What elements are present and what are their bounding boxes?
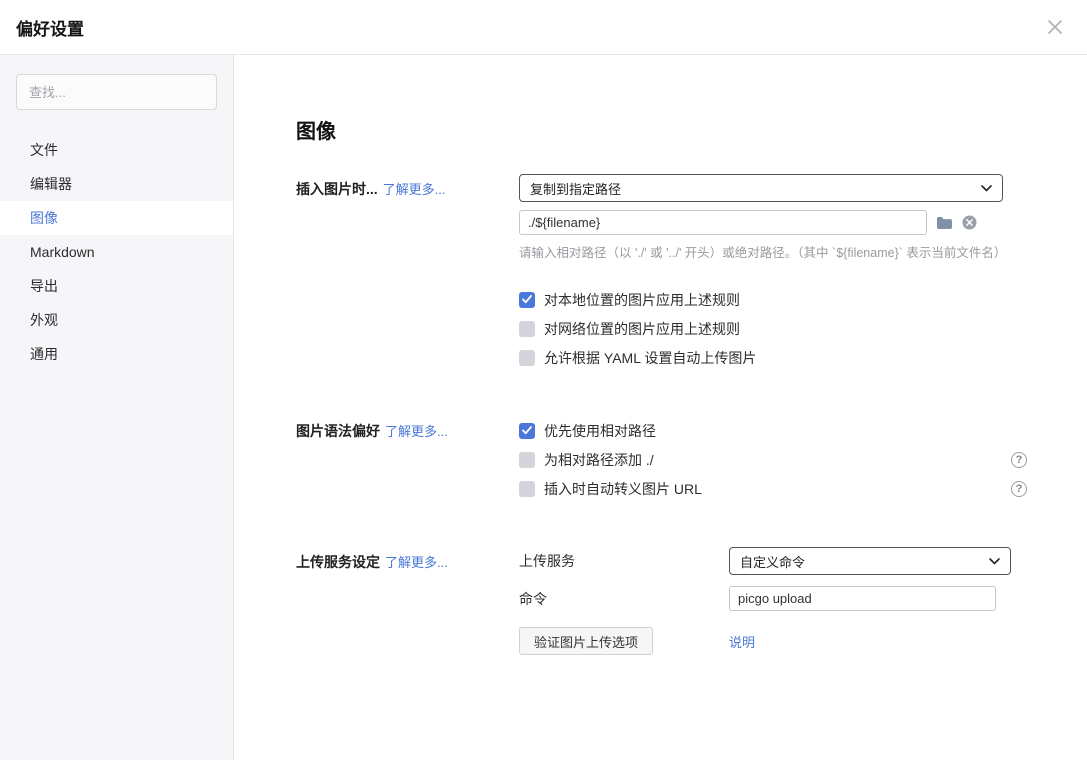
chevron-down-icon: [989, 558, 1000, 565]
upload-help-link[interactable]: 说明: [729, 632, 755, 651]
validate-row: 验证图片上传选项 说明: [519, 627, 1027, 655]
sidebar-item-file[interactable]: 文件: [0, 133, 233, 167]
help-question-icon[interactable]: ?: [1011, 481, 1027, 497]
section-label-col: 上传服务设定了解更多...: [296, 547, 519, 655]
path-input-row: [519, 210, 1027, 235]
sidebar-item-editor[interactable]: 编辑器: [0, 167, 233, 201]
close-icon[interactable]: [1047, 19, 1063, 35]
syntax-pref-label: 图片语法偏好: [296, 423, 380, 439]
syntax-pref-controls: 优先使用相对路径 为相对路径添加 ./ ? 插入时自动转义图片 URL: [519, 416, 1027, 503]
insert-image-label: 插入图片时...: [296, 181, 378, 197]
checkbox-label: 优先使用相对路径: [544, 421, 656, 441]
sidebar-item-general[interactable]: 通用: [0, 337, 233, 371]
upload-service-learn-more-link[interactable]: 了解更多...: [385, 555, 448, 570]
checkbox-row-apply-network[interactable]: 对网络位置的图片应用上述规则: [519, 314, 1027, 343]
sidebar-item-appearance[interactable]: 外观: [0, 303, 233, 337]
upload-service-label: 上传服务设定: [296, 554, 380, 570]
dialog-title: 偏好设置: [16, 15, 84, 40]
path-hint-text: 请输入相对路径（以 './' 或 '../' 开头）或绝对路径。（其中 `${f…: [519, 242, 1027, 261]
dialog-body: 文件 编辑器 图像 Markdown 导出 外观 通用 图像 插入图片时... 了…: [0, 55, 1087, 760]
section-upload-service: 上传服务设定了解更多... 上传服务 自定义命令 命令: [296, 547, 1087, 655]
upload-service-field-label: 上传服务: [519, 551, 729, 571]
sidebar-item-export[interactable]: 导出: [0, 269, 233, 303]
sidebar-item-image[interactable]: 图像: [0, 201, 233, 235]
sidebar-menu: 文件 编辑器 图像 Markdown 导出 外观 通用: [0, 133, 233, 371]
insert-image-checkboxes: 对本地位置的图片应用上述规则 对网络位置的图片应用上述规则: [519, 285, 1027, 372]
checkbox-apply-local[interactable]: [519, 292, 535, 308]
clear-circle-icon[interactable]: [962, 215, 977, 230]
checkbox-row-yaml-upload[interactable]: 允许根据 YAML 设置自动上传图片: [519, 343, 1027, 372]
checkbox-row-escape-url[interactable]: 插入时自动转义图片 URL ?: [519, 474, 1027, 503]
insert-action-select[interactable]: 复制到指定路径: [519, 174, 1003, 202]
checkbox-label: 插入时自动转义图片 URL: [544, 479, 702, 499]
checkbox-label: 对本地位置的图片应用上述规则: [544, 290, 740, 310]
validate-button-wrap: 验证图片上传选项: [519, 627, 729, 655]
section-label-col: 图片语法偏好了解更多...: [296, 416, 519, 503]
page-title: 图像: [296, 115, 1087, 144]
command-field-label: 命令: [519, 589, 729, 609]
section-insert-image: 插入图片时... 了解更多... 复制到指定路径: [296, 174, 1087, 372]
chevron-down-icon: [981, 185, 992, 192]
search-input[interactable]: [16, 74, 217, 110]
checkbox-escape-url[interactable]: [519, 481, 535, 497]
copy-path-input[interactable]: [519, 210, 927, 235]
checkbox-add-dot-slash[interactable]: [519, 452, 535, 468]
search-box: [16, 74, 217, 110]
checkbox-label: 允许根据 YAML 设置自动上传图片: [544, 348, 756, 368]
insert-image-learn-more-link[interactable]: 了解更多...: [383, 182, 446, 197]
dialog-header: 偏好设置: [0, 0, 1087, 55]
checkbox-row-apply-local[interactable]: 对本地位置的图片应用上述规则: [519, 285, 1027, 314]
checkbox-label: 为相对路径添加 ./: [544, 450, 654, 470]
preferences-dialog: 偏好设置 文件 编辑器 图像 Markdown 导出 外观 通用 图像: [0, 0, 1087, 760]
checkbox-yaml-upload[interactable]: [519, 350, 535, 366]
command-input[interactable]: [729, 586, 996, 611]
upload-service-select[interactable]: 自定义命令: [729, 547, 1011, 575]
settings-content: 图像 插入图片时... 了解更多... 复制到指定路径: [234, 55, 1087, 760]
help-question-icon[interactable]: ?: [1011, 452, 1027, 468]
checkbox-row-prefer-relative[interactable]: 优先使用相对路径: [519, 416, 1027, 445]
section-syntax-pref: 图片语法偏好了解更多... 优先使用相对路径 为相对路径添加 ./: [296, 416, 1087, 503]
folder-icon[interactable]: [936, 216, 953, 230]
upload-service-row: 上传服务 自定义命令: [519, 547, 1027, 575]
command-row: 命令: [519, 586, 1027, 611]
validate-upload-button[interactable]: 验证图片上传选项: [519, 627, 653, 655]
syntax-pref-learn-more-link[interactable]: 了解更多...: [385, 424, 448, 439]
checkbox-apply-network[interactable]: [519, 321, 535, 337]
insert-action-select-value: 复制到指定路径: [530, 179, 621, 198]
sidebar: 文件 编辑器 图像 Markdown 导出 外观 通用: [0, 55, 234, 760]
insert-image-controls: 复制到指定路径 请输入相对路径（以 './: [519, 174, 1027, 372]
section-label-col: 插入图片时... 了解更多...: [296, 174, 519, 372]
sidebar-item-markdown[interactable]: Markdown: [0, 235, 233, 269]
checkbox-label: 对网络位置的图片应用上述规则: [544, 319, 740, 339]
upload-service-controls: 上传服务 自定义命令 命令 验证图: [519, 547, 1027, 655]
upload-service-select-value: 自定义命令: [740, 552, 805, 571]
checkbox-row-add-dot-slash[interactable]: 为相对路径添加 ./ ?: [519, 445, 1027, 474]
checkbox-prefer-relative[interactable]: [519, 423, 535, 439]
